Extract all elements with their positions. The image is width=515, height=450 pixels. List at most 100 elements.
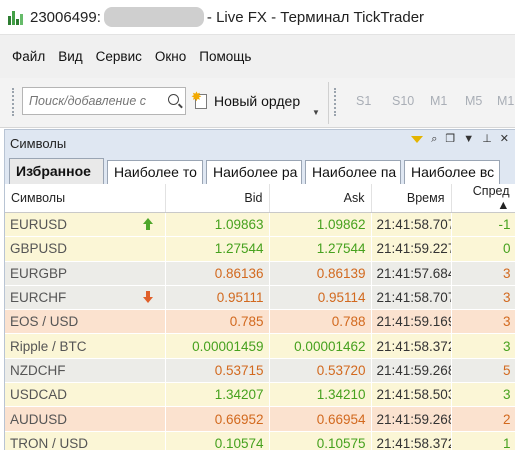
toolbar-overflow-icon[interactable]: ▼: [312, 108, 320, 117]
ask-cell: 0.86139: [269, 261, 372, 286]
bid-cell-value: 0.86136: [214, 265, 264, 281]
spread-cell: -1: [451, 212, 515, 238]
spread-cell-value: -1: [498, 217, 511, 233]
table-row[interactable]: AUDUSD 0.66952 0.66954 21:41:59.268 2: [5, 406, 515, 432]
period-m1-button[interactable]: M1: [430, 94, 447, 108]
float-window-icon[interactable]: ❐: [445, 134, 455, 145]
search-icon[interactable]: [168, 94, 179, 105]
toolbar-grip[interactable]: [12, 88, 15, 116]
column-header-ask[interactable]: Ask: [269, 184, 372, 213]
bid-cell: 0.785: [165, 309, 270, 335]
tab-most-traded[interactable]: Наиболее то: [107, 160, 203, 184]
symbol-cell-value: EURCHF: [10, 290, 67, 306]
period-s10-button[interactable]: S10: [392, 94, 414, 108]
panel-title: Символы: [10, 135, 67, 151]
time-cell: 21:41:59.169: [371, 309, 452, 335]
symbol-cell: TRON / USD: [5, 431, 166, 450]
app-logo-icon: [8, 9, 24, 25]
close-icon[interactable]: ✕: [500, 134, 509, 145]
menu-help[interactable]: Помощь: [199, 49, 251, 64]
table-row[interactable]: USDCAD 1.34207 1.34210 21:41:58.503 3: [5, 382, 515, 408]
menu-view[interactable]: Вид: [58, 49, 82, 64]
bid-cell: 0.86136: [165, 261, 270, 286]
ask-cell-value: 1.34210: [316, 387, 366, 403]
menu-file[interactable]: Файл: [12, 49, 45, 64]
ask-cell: 0.788: [269, 309, 372, 335]
time-cell: 21:41:58.707: [371, 285, 452, 311]
spread-cell: 3: [451, 382, 515, 408]
symbols-table: Символы Bid Ask Время Спред ▲ EURUSD 1.09…: [5, 184, 515, 450]
symbol-cell-value: EURUSD: [10, 217, 68, 233]
ask-cell-value: 0.00001462: [294, 338, 366, 354]
table-row[interactable]: GBPUSD 1.27544 1.27544 21:41:59.227 0: [5, 236, 515, 262]
bid-cell-value: 1.34207: [214, 387, 264, 403]
symbol-cell-value: Ripple / BTC: [10, 338, 87, 354]
symbol-cell: EURUSD: [5, 212, 166, 238]
spread-cell-value: 3: [502, 314, 511, 330]
time-cell: 21:41:57.684: [371, 261, 452, 286]
tab-favorites[interactable]: Избранное: [9, 158, 104, 184]
tab-most-falling[interactable]: Наиболее па: [305, 160, 401, 184]
symbol-cell-value: USDCAD: [10, 387, 68, 403]
column-header-spread[interactable]: Спред ▲: [451, 184, 515, 213]
table-row[interactable]: EURCHF 0.95111 0.95114 21:41:58.707 3: [5, 285, 515, 311]
spread-cell: 3: [451, 285, 515, 311]
new-order-label: Новый ордер: [214, 93, 301, 109]
period-s1-button[interactable]: S1: [356, 94, 371, 108]
symbol-cell-value: EURGBP: [10, 265, 68, 281]
redacted-account-name: [103, 7, 204, 27]
symbol-cell: Ripple / BTC: [5, 333, 166, 359]
spread-cell-value: 3: [502, 338, 511, 354]
spread-cell: 5: [451, 358, 515, 384]
symbol-cell-value: GBPUSD: [10, 241, 68, 257]
period-m5-button[interactable]: M5: [465, 94, 482, 108]
search-input[interactable]: [29, 94, 157, 108]
toolbar-grip[interactable]: [334, 88, 337, 116]
symbol-search[interactable]: [22, 87, 186, 115]
toolbar-separator: [328, 82, 329, 124]
ask-cell-value: 0.86139: [316, 265, 366, 281]
time-cell: 21:41:59.268: [371, 406, 452, 432]
table-row[interactable]: TRON / USD 0.10574 0.10575 21:41:58.372 1: [5, 431, 515, 450]
column-header-symbol[interactable]: Символы: [5, 184, 166, 213]
table-row[interactable]: EOS / USD 0.785 0.788 21:41:59.169 3: [5, 309, 515, 335]
filter-icon[interactable]: [411, 136, 424, 143]
ask-cell-value: 0.66954: [316, 411, 366, 427]
chevron-down-icon[interactable]: ▼: [463, 134, 474, 145]
ask-cell-value: 0.788: [331, 314, 366, 330]
bid-cell: 0.95111: [165, 285, 270, 311]
window-title: 23006499: - Live FX - Терминал TickTrade…: [30, 7, 424, 27]
bid-cell: 0.53715: [165, 358, 270, 384]
table-header-row: Символы Bid Ask Время Спред ▲: [5, 184, 515, 213]
bid-cell-value: 1.09863: [214, 217, 264, 233]
table-row[interactable]: NZDCHF 0.53715 0.53720 21:41:59.268 5: [5, 358, 515, 384]
window-title-text: - Live FX - Терминал TickTrader: [206, 8, 425, 26]
ask-cell: 0.95114: [269, 285, 372, 311]
table-row[interactable]: Ripple / BTC 0.00001459 0.00001462 21:41:58…: [5, 333, 515, 359]
ask-cell: 0.10575: [269, 431, 372, 450]
column-header-bid[interactable]: Bid: [165, 184, 270, 213]
menu-window[interactable]: Окно: [155, 49, 186, 64]
tab-most-growing[interactable]: Наиболее ра: [206, 160, 302, 184]
bid-cell: 1.34207: [165, 382, 270, 408]
search-icon[interactable]: ⌕: [431, 134, 437, 145]
spread-cell-value: 0: [502, 241, 511, 257]
time-cell-value: 21:41:58.707: [376, 290, 451, 306]
new-order-button[interactable]: ✸ Новый ордер: [191, 88, 301, 114]
pin-icon[interactable]: ⊥: [482, 134, 492, 145]
spread-cell-value: 3: [502, 290, 511, 306]
bid-cell-value: 0.95111: [216, 290, 264, 306]
menu-service[interactable]: Сервис: [96, 49, 142, 64]
table-row[interactable]: EURUSD 1.09863 1.09862 21:41:58.707 -1: [5, 212, 515, 238]
bid-cell: 1.09863: [165, 212, 270, 238]
column-header-time[interactable]: Время: [371, 184, 452, 213]
period-m15-button[interactable]: M1: [497, 94, 514, 108]
account-number: 23006499:: [30, 8, 101, 26]
tab-most-volatile[interactable]: Наиболее вс: [404, 160, 500, 184]
time-cell: 21:41:58.503: [371, 382, 452, 408]
table-row[interactable]: EURGBP 0.86136 0.86139 21:41:57.684 3: [5, 261, 515, 286]
time-cell: 21:41:59.227: [371, 236, 452, 262]
ask-cell: 1.09862: [269, 212, 372, 238]
bid-cell: 0.66952: [165, 406, 270, 432]
spread-cell: 1: [451, 431, 515, 450]
